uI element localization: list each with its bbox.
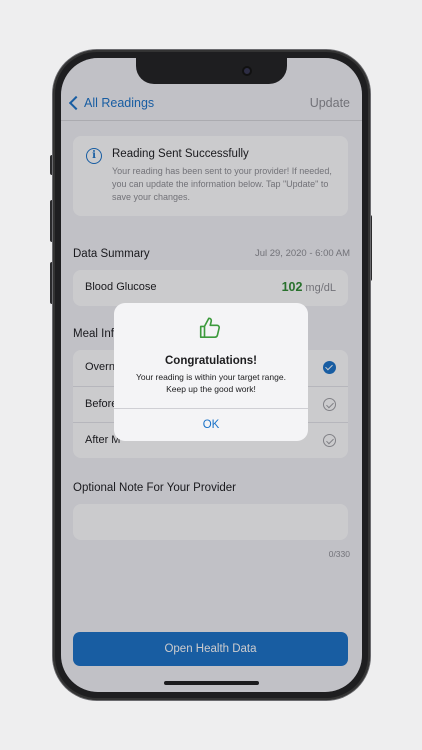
thumbs-up-icon (199, 317, 220, 339)
camera-icon (242, 66, 252, 76)
congratulations-alert: Congratulations! Your reading is within … (114, 303, 308, 441)
app-screen: All Readings Update i Reading Sent Succe… (61, 58, 362, 692)
notch (136, 58, 287, 84)
alert-ok-button[interactable]: OK (114, 409, 308, 441)
alert-message-line: Keep up the good work! (166, 384, 256, 394)
alert-title: Congratulations! (165, 355, 257, 367)
alert-message: Your reading is within your target range… (124, 371, 298, 395)
phone-frame: All Readings Update i Reading Sent Succe… (53, 50, 370, 700)
home-indicator[interactable] (164, 681, 259, 685)
alert-message-line: Your reading is within your target range… (136, 372, 286, 382)
